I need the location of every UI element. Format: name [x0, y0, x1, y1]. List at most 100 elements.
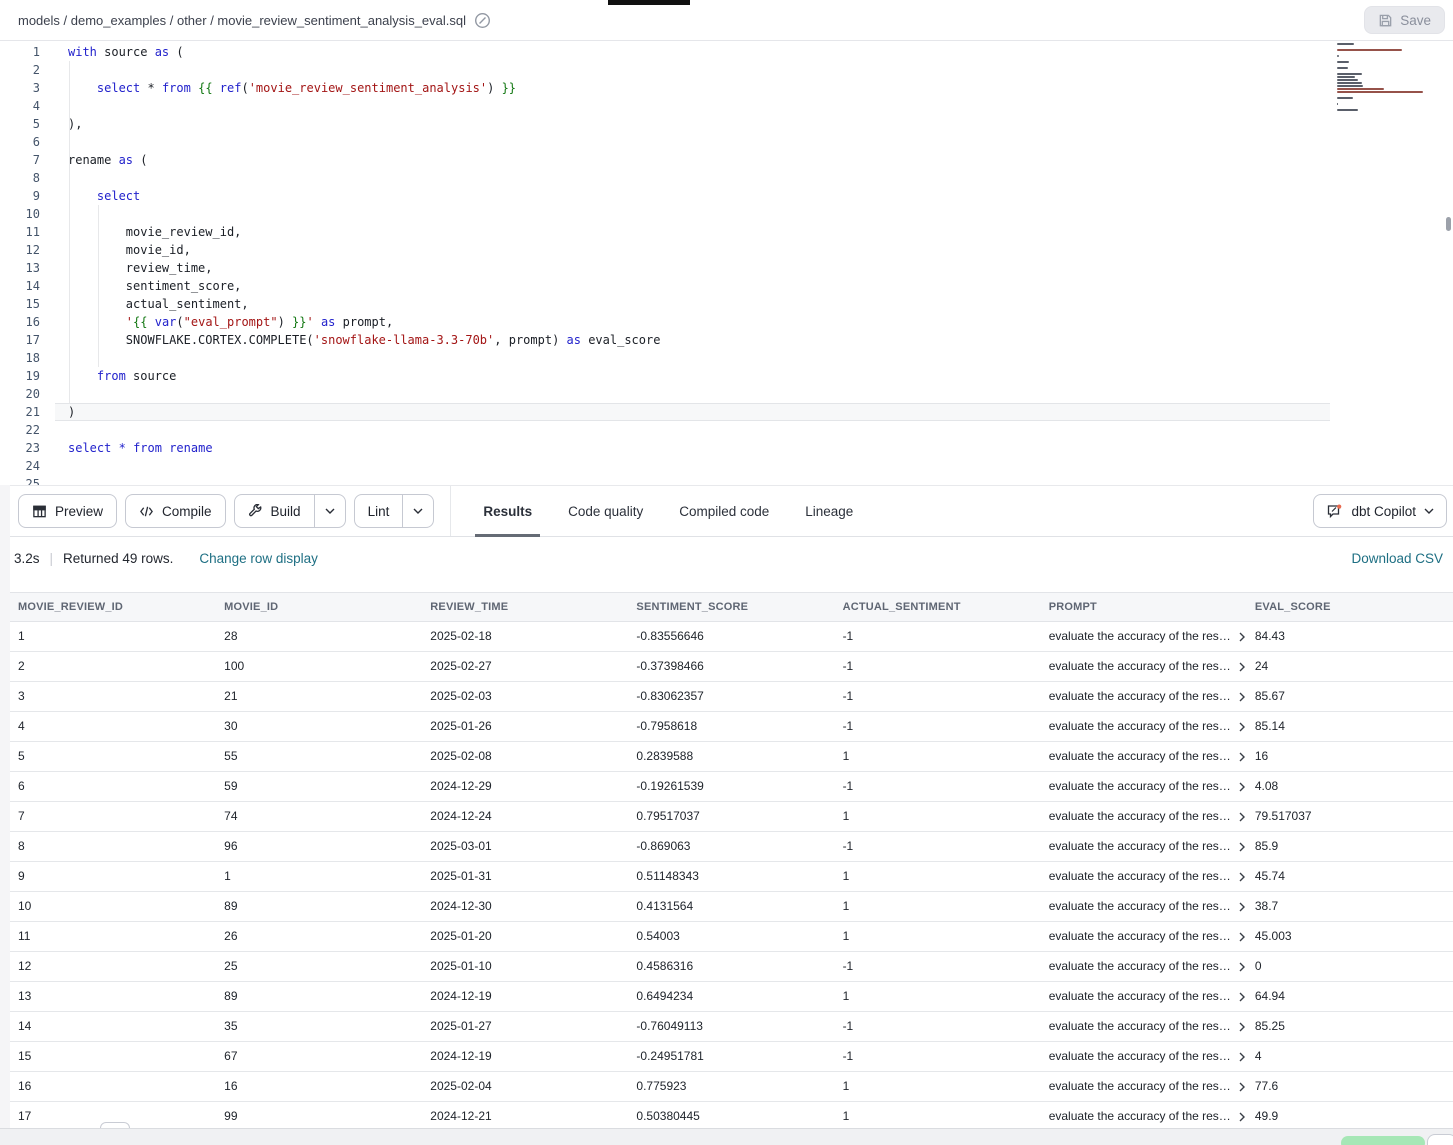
table-cell[interactable]: evaluate the accuracy of the res…: [1041, 712, 1247, 741]
table-row[interactable]: 912025-01-310.511483431evaluate the accu…: [10, 862, 1453, 892]
table-row[interactable]: 15672024-12-19-0.24951781-1evaluate the …: [10, 1042, 1453, 1072]
table-cell[interactable]: evaluate the accuracy of the res…: [1041, 922, 1247, 951]
code-line[interactable]: 17 SNOWFLAKE.CORTEX.COMPLETE('snowflake-…: [0, 331, 1340, 349]
table-cell[interactable]: evaluate the accuracy of the res…: [1041, 802, 1247, 831]
code-line[interactable]: 19 from source: [0, 367, 1340, 385]
expand-cell-icon[interactable]: [1237, 632, 1247, 642]
column-header[interactable]: ACTUAL_SENTIMENT: [835, 593, 1041, 621]
column-header[interactable]: EVAL_SCORE: [1247, 593, 1453, 621]
code-line[interactable]: 15 actual_sentiment,: [0, 295, 1340, 313]
table-cell[interactable]: evaluate the accuracy of the res…: [1041, 652, 1247, 681]
table-cell[interactable]: evaluate the accuracy of the res…: [1041, 1042, 1247, 1071]
table-row[interactable]: 3212025-02-03-0.83062357-1evaluate the a…: [10, 682, 1453, 712]
expand-cell-icon[interactable]: [1237, 662, 1247, 672]
code-line[interactable]: 8: [0, 169, 1340, 187]
table-cell[interactable]: evaluate the accuracy of the res…: [1041, 1012, 1247, 1041]
table-row[interactable]: 12252025-01-100.4586316-1evaluate the ac…: [10, 952, 1453, 982]
table-row[interactable]: 5552025-02-080.28395881evaluate the accu…: [10, 742, 1453, 772]
expand-cell-icon[interactable]: [1237, 902, 1247, 912]
tab-code-quality[interactable]: Code quality: [566, 486, 645, 536]
table-cell[interactable]: evaluate the accuracy of the res…: [1041, 682, 1247, 711]
code-line[interactable]: 21): [0, 403, 1340, 421]
expand-cell-icon[interactable]: [1237, 1082, 1247, 1092]
table-row[interactable]: 6592024-12-29-0.19261539-1evaluate the a…: [10, 772, 1453, 802]
column-header[interactable]: SENTIMENT_SCORE: [628, 593, 834, 621]
tab-lineage[interactable]: Lineage: [803, 486, 855, 536]
table-cell[interactable]: evaluate the accuracy of the res…: [1041, 862, 1247, 891]
expand-cell-icon[interactable]: [1237, 692, 1247, 702]
expand-cell-icon[interactable]: [1237, 722, 1247, 732]
lint-button[interactable]: Lint: [355, 495, 403, 527]
editor-scrollbar-thumb[interactable]: [1446, 217, 1451, 231]
expand-cell-icon[interactable]: [1237, 1022, 1247, 1032]
save-button[interactable]: Save: [1364, 6, 1445, 34]
code-area[interactable]: 1with source as (23 select * from {{ ref…: [0, 43, 1340, 485]
partial-button[interactable]: [1427, 1134, 1453, 1145]
lint-dropdown-button[interactable]: [402, 495, 433, 527]
table-cell[interactable]: evaluate the accuracy of the res…: [1041, 982, 1247, 1011]
code-line[interactable]: 12 movie_id,: [0, 241, 1340, 259]
table-row[interactable]: 13892024-12-190.64942341evaluate the acc…: [10, 982, 1453, 1012]
tab-results[interactable]: Results: [481, 486, 534, 536]
code-line[interactable]: 1with source as (: [0, 43, 1340, 61]
table-row[interactable]: 7742024-12-240.795170371evaluate the acc…: [10, 802, 1453, 832]
expand-cell-icon[interactable]: [1237, 1112, 1247, 1122]
table-cell[interactable]: evaluate the accuracy of the res…: [1041, 952, 1247, 981]
code-line[interactable]: 5),: [0, 115, 1340, 133]
table-row[interactable]: 4302025-01-26-0.7958618-1evaluate the ac…: [10, 712, 1453, 742]
expand-cell-icon[interactable]: [1237, 782, 1247, 792]
expand-cell-icon[interactable]: [1237, 842, 1247, 852]
code-line[interactable]: 9 select: [0, 187, 1340, 205]
code-line[interactable]: 13 review_time,: [0, 259, 1340, 277]
code-line[interactable]: 16 '{{ var("eval_prompt") }}' as prompt,: [0, 313, 1340, 331]
breadcrumb-path[interactable]: models / demo_examples / other / movie_r…: [18, 13, 466, 28]
table-row[interactable]: 11262025-01-200.540031evaluate the accur…: [10, 922, 1453, 952]
status-pill[interactable]: [1341, 1136, 1425, 1145]
editor-minimap[interactable]: [1337, 43, 1441, 118]
column-header[interactable]: PROMPT: [1041, 593, 1247, 621]
code-line[interactable]: 14 sentiment_score,: [0, 277, 1340, 295]
download-csv-link[interactable]: Download CSV: [1351, 551, 1443, 566]
table-cell[interactable]: evaluate the accuracy of the res…: [1041, 622, 1247, 651]
code-line[interactable]: 2: [0, 61, 1340, 79]
tab-compiled-code[interactable]: Compiled code: [677, 486, 771, 536]
code-line[interactable]: 20: [0, 385, 1340, 403]
build-button[interactable]: Build: [235, 495, 314, 527]
expand-cell-icon[interactable]: [1237, 992, 1247, 1002]
breadcrumb[interactable]: models / demo_examples / other / movie_r…: [18, 12, 491, 29]
code-line[interactable]: 3 select * from {{ ref('movie_review_sen…: [0, 79, 1340, 97]
table-row[interactable]: 16162025-02-040.7759231evaluate the accu…: [10, 1072, 1453, 1102]
column-header[interactable]: MOVIE_ID: [216, 593, 422, 621]
expand-cell-icon[interactable]: [1237, 1052, 1247, 1062]
expand-cell-icon[interactable]: [1237, 812, 1247, 822]
dbt-copilot-button[interactable]: dbt Copilot: [1313, 494, 1447, 528]
expand-cell-icon[interactable]: [1237, 872, 1247, 882]
code-line[interactable]: 7rename as (: [0, 151, 1340, 169]
table-cell[interactable]: evaluate the accuracy of the res…: [1041, 892, 1247, 921]
code-line[interactable]: 23select * from rename: [0, 439, 1340, 457]
code-line[interactable]: 10: [0, 205, 1340, 223]
table-cell[interactable]: evaluate the accuracy of the res…: [1041, 1102, 1247, 1131]
table-cell[interactable]: evaluate the accuracy of the res…: [1041, 772, 1247, 801]
column-header[interactable]: MOVIE_REVIEW_ID: [10, 593, 216, 621]
code-line[interactable]: 22: [0, 421, 1340, 439]
table-cell[interactable]: evaluate the accuracy of the res…: [1041, 832, 1247, 861]
table-cell[interactable]: evaluate the accuracy of the res…: [1041, 1072, 1247, 1101]
code-line[interactable]: 25: [0, 475, 1340, 485]
change-row-display-link[interactable]: Change row display: [199, 551, 318, 566]
table-row[interactable]: 21002025-02-27-0.37398466-1evaluate the …: [10, 652, 1453, 682]
build-dropdown-button[interactable]: [314, 495, 345, 527]
table-row[interactable]: 8962025-03-01-0.869063-1evaluate the acc…: [10, 832, 1453, 862]
column-header[interactable]: REVIEW_TIME: [422, 593, 628, 621]
table-row[interactable]: 10892024-12-300.41315641evaluate the acc…: [10, 892, 1453, 922]
table-cell[interactable]: evaluate the accuracy of the res…: [1041, 742, 1247, 771]
code-line[interactable]: 18: [0, 349, 1340, 367]
compile-button[interactable]: Compile: [125, 494, 226, 528]
preview-button[interactable]: Preview: [18, 494, 117, 528]
table-row[interactable]: 1282025-02-18-0.83556646-1evaluate the a…: [10, 622, 1453, 652]
code-line[interactable]: 4: [0, 97, 1340, 115]
expand-cell-icon[interactable]: [1237, 962, 1247, 972]
code-line[interactable]: 11 movie_review_id,: [0, 223, 1340, 241]
code-line[interactable]: 24: [0, 457, 1340, 475]
code-line[interactable]: 6: [0, 133, 1340, 151]
